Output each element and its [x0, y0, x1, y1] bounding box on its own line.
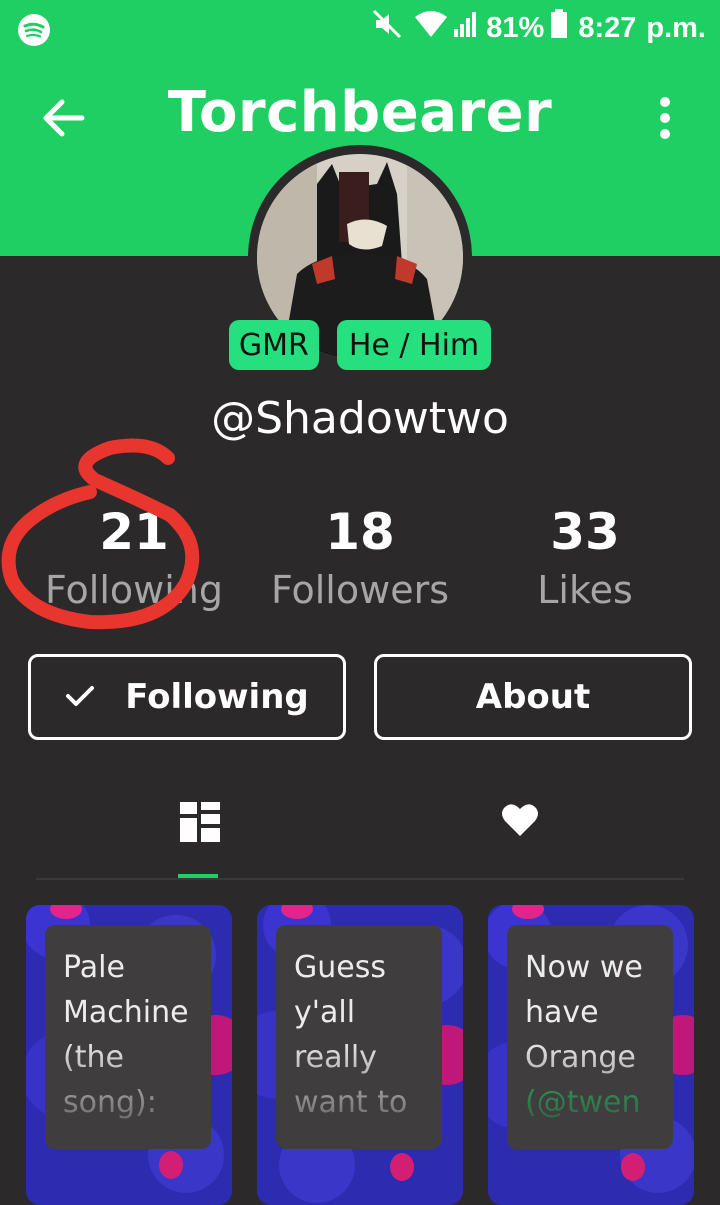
battery-percent: 81%: [486, 11, 545, 44]
status-bar: 81% 8:27 p.m.: [0, 0, 720, 58]
post-text-line: song):: [63, 1085, 157, 1120]
mute-icon: [370, 7, 404, 49]
stat-following[interactable]: 21 Following: [14, 500, 254, 612]
heart-icon: [502, 804, 538, 836]
about-button-label: About: [475, 677, 591, 717]
post-card[interactable]: Guess y'all really want to: [257, 905, 463, 1205]
tab-liked[interactable]: [500, 800, 560, 860]
following-count: 21: [99, 503, 169, 561]
post-text-line: Now we: [525, 950, 643, 985]
pronouns-badge: He / Him: [336, 320, 492, 370]
post-text-line: Pale: [63, 950, 125, 985]
likes-count: 33: [550, 503, 620, 561]
post-text-line: y'all: [294, 995, 356, 1030]
signal-icon: [452, 9, 480, 47]
post-preview-text: Guess y'all really want to: [276, 925, 442, 1149]
more-menu-button[interactable]: [650, 94, 680, 142]
following-button[interactable]: Following: [28, 654, 346, 740]
check-icon: [65, 677, 95, 717]
post-text-line: really: [294, 1040, 377, 1075]
spotify-icon: [16, 12, 52, 53]
selected-tab-indicator: [178, 874, 218, 878]
username: @Shadowtwo: [211, 393, 509, 444]
followers-label: Followers: [271, 568, 449, 612]
content-tabs: [36, 780, 684, 880]
post-preview-text: Pale Machine (the song):: [45, 925, 211, 1149]
post-card[interactable]: Now we have Orange (@twen: [488, 905, 694, 1205]
grid-icon: [180, 802, 220, 842]
post-mention[interactable]: (@twen: [525, 1080, 673, 1125]
post-text-line: (the: [63, 1040, 124, 1075]
clock-ampm: p.m.: [646, 11, 706, 44]
page-title: Torchbearer: [167, 80, 553, 145]
post-preview-text: Now we have Orange (@twen: [507, 925, 673, 1149]
followers-count: 18: [325, 503, 395, 561]
battery-icon: [550, 9, 568, 47]
stat-likes[interactable]: 33 Likes: [465, 500, 705, 612]
wifi-icon: [414, 9, 448, 47]
post-text-line: want to: [294, 1085, 408, 1120]
following-label: Following: [45, 568, 223, 612]
post-text-line: Guess: [294, 950, 386, 985]
post-card[interactable]: Pale Machine (the song):: [26, 905, 232, 1205]
following-button-label: Following: [125, 677, 309, 717]
more-vertical-icon: [660, 97, 670, 139]
post-text-line: have: [525, 995, 599, 1030]
tab-posts[interactable]: [176, 800, 236, 860]
stat-followers[interactable]: 18 Followers: [240, 500, 480, 612]
about-button[interactable]: About: [374, 654, 692, 740]
post-text-line: Orange: [525, 1040, 636, 1075]
likes-label: Likes: [537, 568, 633, 612]
gamer-badge: GMR: [228, 320, 319, 370]
clock-time: 8:27: [578, 11, 637, 44]
post-text-line: Machine: [63, 995, 189, 1030]
